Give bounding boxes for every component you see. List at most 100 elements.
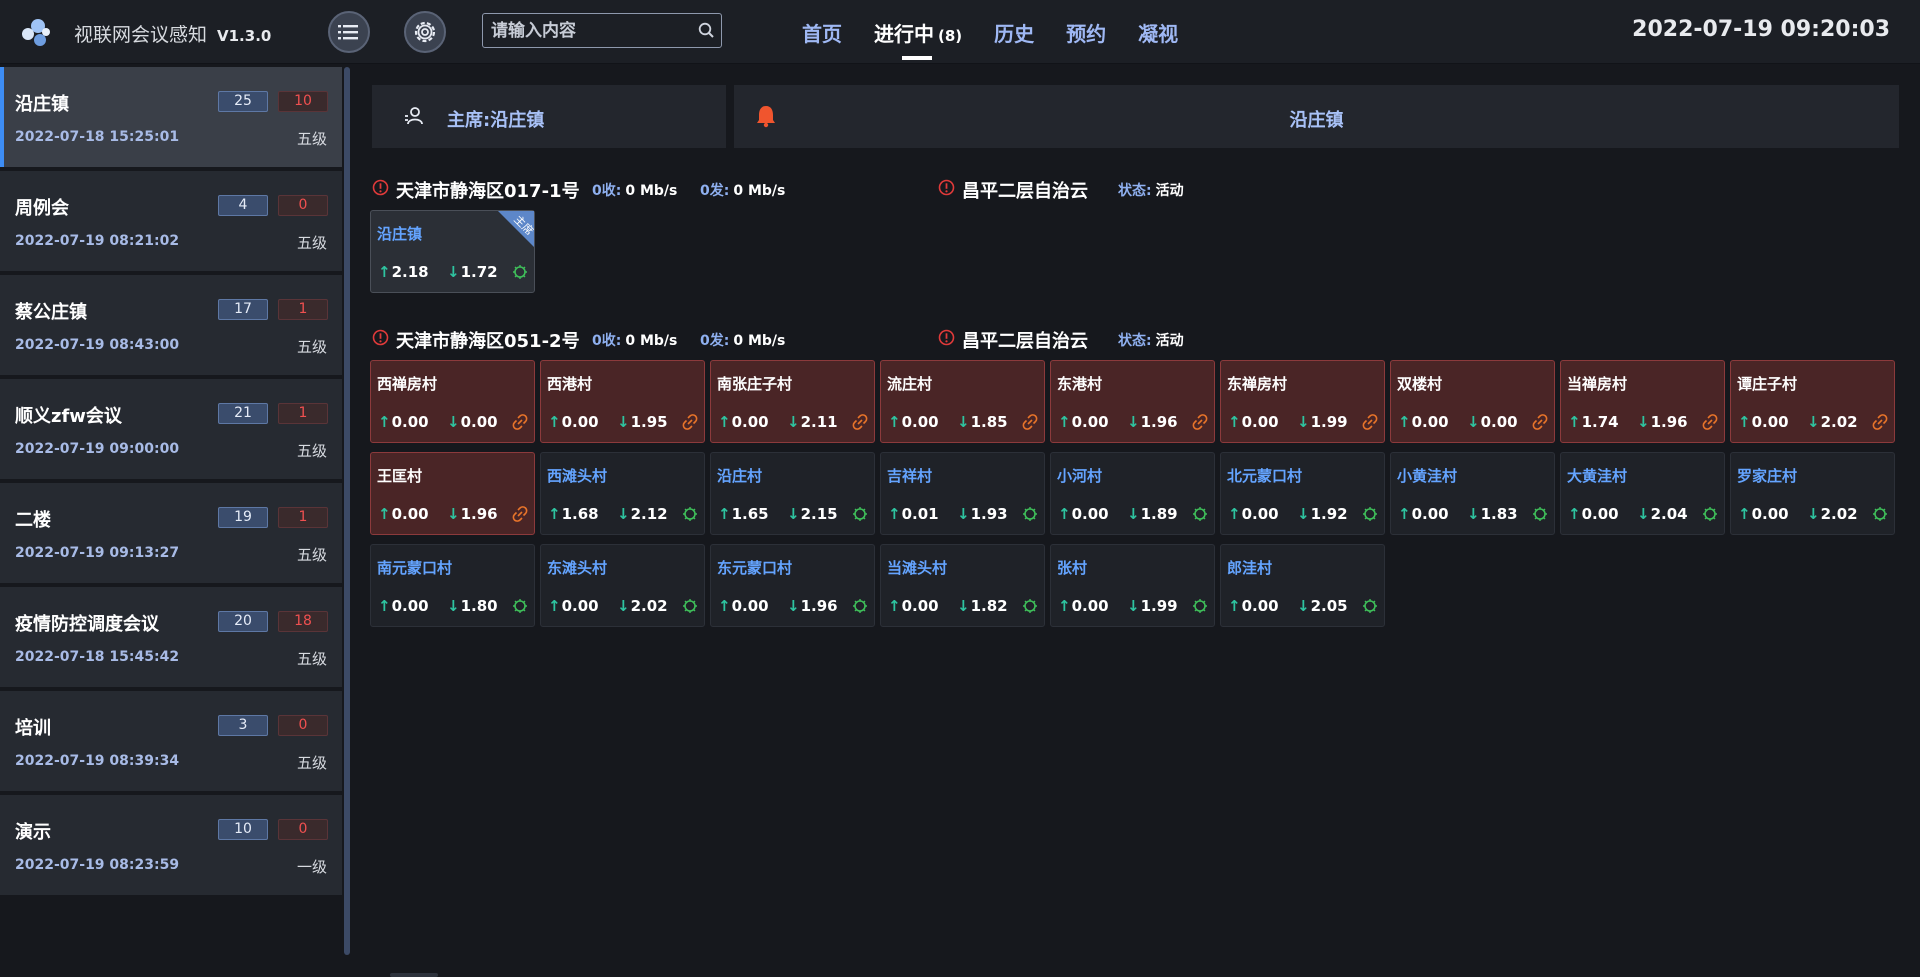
meeting-item[interactable]: 顺义zfw会议 21 1 2022-07-19 09:00:00 五级 <box>0 379 342 479</box>
send-rate-label: 0发: <box>700 333 730 349</box>
arrow-down-icon: ↓ <box>957 597 970 615</box>
settings-button[interactable] <box>404 11 446 53</box>
participant-card[interactable]: 南张庄子村 ↑0.00 ↓2.11 <box>710 360 875 443</box>
tab-history[interactable]: 历史 <box>994 18 1034 47</box>
meeting-time: 2022-07-18 15:45:42 <box>15 649 180 665</box>
arrow-down-icon: ↓ <box>617 413 630 431</box>
upload-rate-value: 0.00 <box>1071 505 1109 523</box>
warning-icon <box>372 179 389 196</box>
link-broken-icon <box>512 414 528 430</box>
participant-card[interactable]: 王匡村 ↑0.00 ↓1.96 <box>370 452 535 535</box>
participant-count-badge: 21 <box>218 403 268 424</box>
arrow-up-icon: ↑ <box>378 413 391 431</box>
participant-card[interactable]: 南元蒙口村 ↑0.00 ↓1.80 <box>370 544 535 627</box>
tab-gaze-label: 凝视 <box>1138 22 1179 46</box>
participant-count-badge: 10 <box>218 819 268 840</box>
participant-name: 小黄洼村 <box>1397 467 1458 485</box>
participant-card[interactable]: 大黄洼村 ↑0.00 ↓2.04 <box>1560 452 1725 535</box>
upload-rate-value: 0.00 <box>391 597 429 615</box>
meeting-item[interactable]: 演示 10 0 2022-07-19 08:23:59 一级 <box>0 795 342 895</box>
gear-icon <box>414 21 436 43</box>
tab-gaze[interactable]: 凝视 <box>1138 18 1178 47</box>
arrow-up-icon: ↑ <box>1568 505 1581 523</box>
participant-card[interactable]: 谭庄子村 ↑0.00 ↓2.02 <box>1730 360 1895 443</box>
search-icon[interactable] <box>691 22 721 39</box>
upload-rate-value: 0.00 <box>391 413 429 431</box>
meeting-item[interactable]: 培训 3 0 2022-07-19 08:39:34 五级 <box>0 691 342 791</box>
arrow-up-icon: ↑ <box>548 505 561 523</box>
signal-ok-icon <box>683 599 697 613</box>
arrow-up-icon: ↑ <box>378 505 391 523</box>
arrow-down-icon: ↓ <box>1127 413 1140 431</box>
participant-card[interactable]: 双楼村 ↑0.00 ↓0.00 <box>1390 360 1555 443</box>
upload-rate-value: 1.74 <box>1581 413 1619 431</box>
meeting-item[interactable]: 二楼 19 1 2022-07-19 09:13:27 五级 <box>0 483 342 583</box>
upload-rate: ↑0.00 <box>718 413 769 431</box>
participant-name: 流庄村 <box>887 375 933 393</box>
sidebar-scrollbar[interactable] <box>344 67 350 955</box>
send-rate-label: 0发: <box>700 183 730 199</box>
meeting-name: 演示 <box>15 822 51 843</box>
arrow-down-icon: ↓ <box>1297 413 1310 431</box>
download-rate: ↓0.00 <box>1467 413 1518 431</box>
group-header: 天津市静海区017-1号 0收: 0 Mb/s 0发: 0 Mb/s 昌平二层自治云 状态:… <box>372 177 1892 202</box>
arrow-down-icon: ↓ <box>447 413 460 431</box>
participant-card[interactable]: 沿庄镇 ↑2.18 ↓1.72 主席 <box>370 210 535 293</box>
participant-card[interactable]: 郎洼村 ↑0.00 ↓2.05 <box>1220 544 1385 627</box>
participant-card[interactable]: 东禅房村 ↑0.00 ↓1.99 <box>1220 360 1385 443</box>
arrow-up-icon: ↑ <box>1398 505 1411 523</box>
participant-card[interactable]: 北元蒙口村 ↑0.00 ↓1.92 <box>1220 452 1385 535</box>
upload-rate-value: 0.00 <box>1751 505 1789 523</box>
participant-card[interactable]: 小河村 ↑0.00 ↓1.89 <box>1050 452 1215 535</box>
chair-label: 主席:沿庄镇 <box>447 110 545 131</box>
participant-card[interactable]: 西港村 ↑0.00 ↓1.95 <box>540 360 705 443</box>
horizontal-scrollbar[interactable] <box>390 973 438 977</box>
participant-card[interactable]: 当滩头村 ↑0.00 ↓1.82 <box>880 544 1045 627</box>
arrow-up-icon: ↑ <box>718 413 731 431</box>
participant-name: 小河村 <box>1057 467 1103 485</box>
search-input[interactable] <box>483 20 691 41</box>
participant-name: 东元蒙口村 <box>717 559 793 577</box>
meeting-item[interactable]: 疫情防控调度会议 20 18 2022-07-18 15:45:42 五级 <box>0 587 342 687</box>
app-title-text: 视联网会议感知 <box>74 24 208 46</box>
participant-card[interactable]: 东元蒙口村 ↑0.00 ↓1.96 <box>710 544 875 627</box>
menu-button[interactable] <box>328 11 370 53</box>
participant-card[interactable]: 小黄洼村 ↑0.00 ↓1.83 <box>1390 452 1555 535</box>
send-rate-value: 0 Mb/s <box>733 333 786 349</box>
arrow-up-icon: ↑ <box>548 597 561 615</box>
link-broken-icon <box>1872 414 1888 430</box>
cloud-status-label: 状态: <box>1118 183 1152 199</box>
participant-name: 西禅房村 <box>377 375 438 393</box>
participant-card[interactable]: 张村 ↑0.00 ↓1.99 <box>1050 544 1215 627</box>
participant-card[interactable]: 东滩头村 ↑0.00 ↓2.02 <box>540 544 705 627</box>
participant-card[interactable]: 当禅房村 ↑1.74 ↓1.96 <box>1560 360 1725 443</box>
participant-card[interactable]: 吉祥村 ↑0.01 ↓1.93 <box>880 452 1045 535</box>
group-title: 天津市静海区051-2号 <box>396 331 580 352</box>
participant-card[interactable]: 罗家庄村 ↑0.00 ↓2.02 <box>1730 452 1895 535</box>
tab-reservation[interactable]: 预约 <box>1066 18 1106 47</box>
alert-count-badge: 18 <box>278 611 328 632</box>
download-rate: ↓1.83 <box>1467 505 1518 523</box>
meeting-name: 周例会 <box>15 198 69 219</box>
meeting-item[interactable]: 沿庄镇 25 10 2022-07-18 15:25:01 五级 <box>0 67 342 167</box>
download-rate-value: 1.83 <box>1480 505 1518 523</box>
meeting-level: 五级 <box>296 234 327 252</box>
participant-card[interactable]: 沿庄村 ↑1.65 ↓2.15 <box>710 452 875 535</box>
arrow-up-icon: ↑ <box>888 413 901 431</box>
arrow-down-icon: ↓ <box>447 263 460 281</box>
participant-card[interactable]: 流庄村 ↑0.00 ↓1.85 <box>880 360 1045 443</box>
upload-rate-value: 0.00 <box>1241 597 1279 615</box>
meeting-item[interactable]: 周例会 4 0 2022-07-19 08:21:02 五级 <box>0 171 342 271</box>
participant-card[interactable]: 东港村 ↑0.00 ↓1.96 <box>1050 360 1215 443</box>
tab-home[interactable]: 首页 <box>802 18 842 47</box>
meeting-level: 五级 <box>296 130 327 148</box>
participant-card[interactable]: 西滩头村 ↑1.68 ↓2.12 <box>540 452 705 535</box>
tab-in-progress[interactable]: 进行中 (8) <box>874 18 962 60</box>
arrow-down-icon: ↓ <box>1807 505 1820 523</box>
participant-card[interactable]: 西禅房村 ↑0.00 ↓0.00 <box>370 360 535 443</box>
download-rate-value: 2.11 <box>800 413 838 431</box>
upload-rate: ↑0.00 <box>1738 505 1789 523</box>
arrow-down-icon: ↓ <box>787 597 800 615</box>
signal-ok-icon <box>1363 599 1377 613</box>
meeting-item[interactable]: 蔡公庄镇 17 1 2022-07-19 08:43:00 五级 <box>0 275 342 375</box>
